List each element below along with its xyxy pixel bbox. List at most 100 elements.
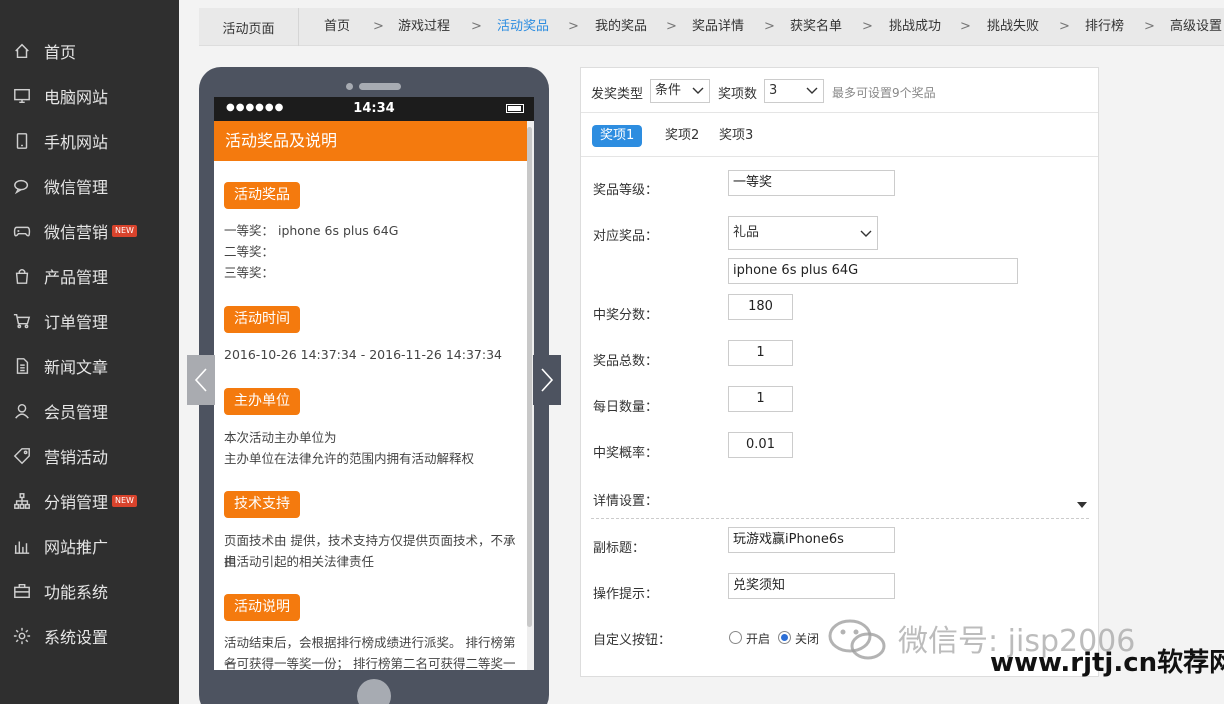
desc-line: 名可获得一等奖一份； 排行榜第二名可获得二等奖一 bbox=[224, 656, 516, 670]
sidebar-item-news[interactable]: 新闻文章 bbox=[0, 343, 179, 388]
daily-input[interactable]: 1 bbox=[728, 386, 793, 412]
phone-preview: ●●●●●● 14:34 活动奖品及说明 活动奖品 一等奖： iphone 6s… bbox=[199, 67, 549, 704]
nav-tab-game-process[interactable]: 游戏过程 bbox=[398, 8, 450, 46]
sidebar-item-label: 电脑网站 bbox=[44, 87, 109, 107]
phone-camera bbox=[346, 83, 353, 90]
radio-disable[interactable] bbox=[778, 631, 791, 644]
subtitle-input[interactable]: 玩游戏赢iPhone6s bbox=[728, 527, 895, 553]
sidebar-item-orders[interactable]: 订单管理 bbox=[0, 298, 179, 343]
sidebar-item-label: 会员管理 bbox=[44, 402, 109, 422]
radio-enable[interactable] bbox=[729, 631, 742, 644]
sidebar-item-label: 微信管理 bbox=[44, 177, 109, 197]
nav-separator: > bbox=[373, 19, 384, 34]
user-icon bbox=[12, 401, 32, 421]
tab-prize-1[interactable]: 奖项1 bbox=[592, 125, 643, 147]
prize-section-badge: 活动奖品 bbox=[224, 182, 300, 209]
item-name-input[interactable]: iphone 6s plus 64G bbox=[728, 258, 1018, 284]
network-icon bbox=[12, 491, 32, 511]
tab-prize-3[interactable]: 奖项3 bbox=[713, 125, 759, 147]
scrollbar-thumb[interactable] bbox=[527, 127, 532, 627]
send-type-select[interactable]: 条件 bbox=[650, 79, 710, 103]
sidebar-item-promotion[interactable]: 网站推广 bbox=[0, 523, 179, 568]
tech-section-badge: 技术支持 bbox=[224, 491, 300, 518]
nav-section-title: 活动页面 bbox=[199, 8, 299, 46]
status-bar: ●●●●●● 14:34 bbox=[214, 97, 534, 121]
nav-tab-home[interactable]: 首页 bbox=[324, 8, 350, 46]
nav-tab-winners[interactable]: 获奖名单 bbox=[790, 8, 842, 46]
sidebar-item-product[interactable]: 产品管理 bbox=[0, 253, 179, 298]
total-input[interactable]: 1 bbox=[728, 340, 793, 366]
sidebar-item-label: 网站推广 bbox=[44, 537, 109, 557]
sidebar-item-home[interactable]: 首页 bbox=[0, 28, 179, 73]
sidebar-item-wechat-manage[interactable]: 微信管理 bbox=[0, 163, 179, 208]
item-type-select[interactable]: 礼品 bbox=[728, 216, 878, 250]
nav-tab-leaderboard[interactable]: 排行榜 bbox=[1085, 8, 1124, 46]
tag-icon bbox=[12, 446, 32, 466]
nav-tab-success[interactable]: 挑战成功 bbox=[889, 8, 941, 46]
chevron-down-icon bbox=[860, 230, 872, 237]
status-time: 14:34 bbox=[353, 101, 395, 116]
score-input[interactable]: 180 bbox=[728, 294, 793, 320]
sidebar-item-label: 功能系统 bbox=[44, 582, 109, 602]
sidebar-item-members[interactable]: 会员管理 bbox=[0, 388, 179, 433]
sidebar-item-label: 微信营销 bbox=[44, 222, 109, 242]
chat-icon bbox=[12, 176, 32, 196]
toolbox-icon bbox=[12, 581, 32, 601]
nav-tab-advanced[interactable]: 高级设置 bbox=[1170, 8, 1222, 46]
settings-header-row: 发奖类型 条件 奖项数 3 最多可设置9个奖品 bbox=[581, 68, 1098, 113]
sidebar-item-wechat-marketing[interactable]: 微信营销 NEW bbox=[0, 208, 179, 253]
sidebar-item-campaigns[interactable]: 营销活动 bbox=[0, 433, 179, 478]
sidebar-item-pc-site[interactable]: 电脑网站 bbox=[0, 73, 179, 118]
chevron-down-icon bbox=[692, 87, 704, 94]
prev-arrow-button[interactable] bbox=[187, 355, 215, 405]
time-text: 2016-10-26 14:37:34 - 2016-11-26 14:37:3… bbox=[224, 347, 502, 362]
sidebar: 首页 电脑网站 手机网站 微信管理 微信营销 NEW 产品管理 订单管理 新闻文… bbox=[0, 0, 179, 704]
bag-icon bbox=[12, 266, 32, 286]
nav-separator: > bbox=[471, 19, 482, 34]
prize-count-label: 奖项数 bbox=[718, 87, 758, 102]
tip-input[interactable]: 兑奖须知 bbox=[728, 573, 895, 599]
nav-tab-prize-detail[interactable]: 奖品详情 bbox=[692, 8, 744, 46]
sidebar-item-label: 手机网站 bbox=[44, 132, 109, 152]
wechat-logo-icon bbox=[828, 619, 886, 660]
sidebar-item-functions[interactable]: 功能系统 bbox=[0, 568, 179, 613]
nav-separator: > bbox=[764, 19, 775, 34]
sidebar-item-mobile-site[interactable]: 手机网站 bbox=[0, 118, 179, 163]
bar-chart-icon bbox=[12, 536, 32, 556]
divider bbox=[591, 518, 1089, 519]
tab-prize-2[interactable]: 奖项2 bbox=[659, 125, 705, 147]
daily-label: 每日数量： bbox=[593, 400, 659, 415]
detail-label: 详情设置： bbox=[593, 494, 659, 509]
sidebar-item-distribution[interactable]: 分销管理 NEW bbox=[0, 478, 179, 523]
screen-title: 活动奖品及说明 bbox=[214, 121, 527, 161]
nav-tab-failure[interactable]: 挑战失败 bbox=[987, 8, 1039, 46]
sidebar-item-label: 营销活动 bbox=[44, 447, 109, 467]
sidebar-item-label: 系统设置 bbox=[44, 627, 109, 647]
host-section-badge: 主办单位 bbox=[224, 388, 300, 415]
nav-separator: > bbox=[960, 19, 971, 34]
chevron-left-icon bbox=[194, 368, 207, 392]
sidebar-item-label: 分销管理 bbox=[44, 492, 109, 512]
level-input[interactable]: 一等奖 bbox=[728, 170, 895, 196]
prize-count-select[interactable]: 3 bbox=[764, 79, 824, 103]
prize-settings-panel: 发奖类型 条件 奖项数 3 最多可设置9个奖品 奖项1 奖项2 奖项3 奖品等级… bbox=[580, 67, 1099, 677]
sidebar-item-label: 首页 bbox=[44, 42, 77, 62]
nav-tab-my-prizes[interactable]: 我的奖品 bbox=[595, 8, 647, 46]
nav-separator: > bbox=[1144, 19, 1155, 34]
caret-down-icon[interactable] bbox=[1077, 502, 1087, 508]
rate-input[interactable]: 0.01 bbox=[728, 432, 793, 458]
rate-label: 中奖概率： bbox=[593, 446, 659, 461]
sidebar-item-settings[interactable]: 系统设置 bbox=[0, 613, 179, 658]
home-button bbox=[357, 679, 391, 704]
nav-separator: > bbox=[666, 19, 677, 34]
nav-separator: > bbox=[1059, 19, 1070, 34]
prize-line: 二等奖： bbox=[224, 244, 275, 259]
host-line: 本次活动主办单位为 bbox=[224, 430, 337, 445]
score-label: 中奖分数： bbox=[593, 308, 659, 323]
nav-tab-prizes[interactable]: 活动奖品 bbox=[497, 8, 549, 46]
next-arrow-button[interactable] bbox=[533, 355, 561, 405]
sidebar-item-label: 产品管理 bbox=[44, 267, 109, 287]
radio-enable-label: 开启 bbox=[746, 632, 771, 646]
time-section-badge: 活动时间 bbox=[224, 306, 300, 333]
document-icon bbox=[12, 356, 32, 376]
